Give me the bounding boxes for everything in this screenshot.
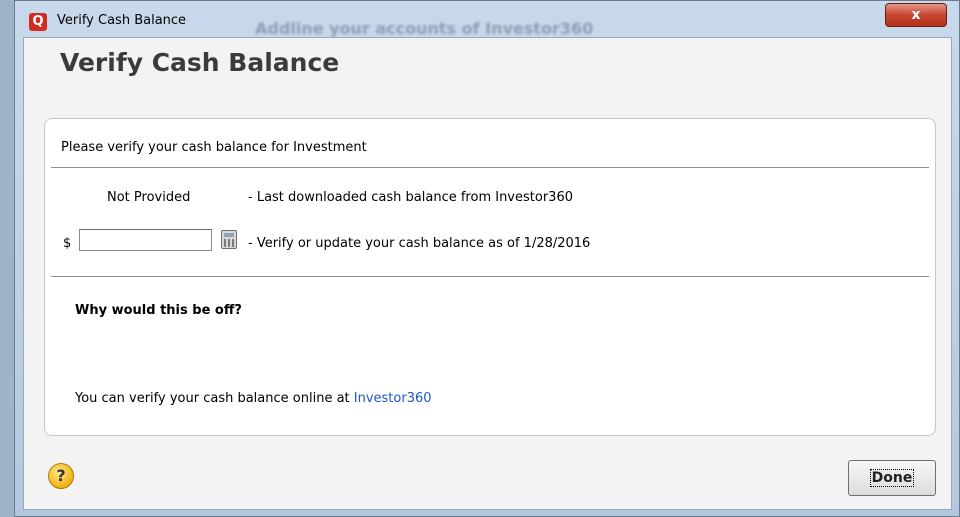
currency-symbol: $ [63,236,72,251]
cash-balance-input[interactable] [79,229,212,251]
dialog-body: Verify Cash Balance Please verify your c… [23,37,952,510]
close-button[interactable]: x [885,3,947,27]
quicken-app-icon: Q [29,13,47,31]
why-off-heading: Why would this be off? [75,303,242,318]
verify-prompt: Please verify your cash balance for Inve… [61,140,367,155]
investor360-link[interactable]: Investor360 [354,391,432,406]
help-label: ? [56,466,66,485]
downloaded-balance-value: Not Provided [107,190,191,205]
done-button[interactable]: Done [848,460,936,496]
verify-online-label: You can verify your cash balance online … [75,391,354,406]
help-icon[interactable]: ? [48,463,74,489]
done-label: Done [869,469,915,487]
background-window-title: Addline your accounts of Investor360 [255,19,594,38]
close-icon: x [911,7,921,23]
calculator-keys [224,239,234,247]
divider [51,167,929,168]
divider [51,276,929,277]
title-bar[interactable]: Q Verify Cash Balance Addline your accou… [15,1,959,38]
window-title: Verify Cash Balance [57,13,187,28]
dialog-window: Q Verify Cash Balance Addline your accou… [14,0,960,517]
verify-update-description: - Verify or update your cash balance as … [248,236,591,251]
verify-online-text: You can verify your cash balance online … [75,391,432,406]
calculator-icon[interactable] [221,230,237,249]
downloaded-balance-description: - Last downloaded cash balance from Inve… [248,190,573,205]
verify-panel: Please verify your cash balance for Inve… [44,118,936,436]
page-title: Verify Cash Balance [60,48,340,77]
calculator-screen [224,233,234,237]
